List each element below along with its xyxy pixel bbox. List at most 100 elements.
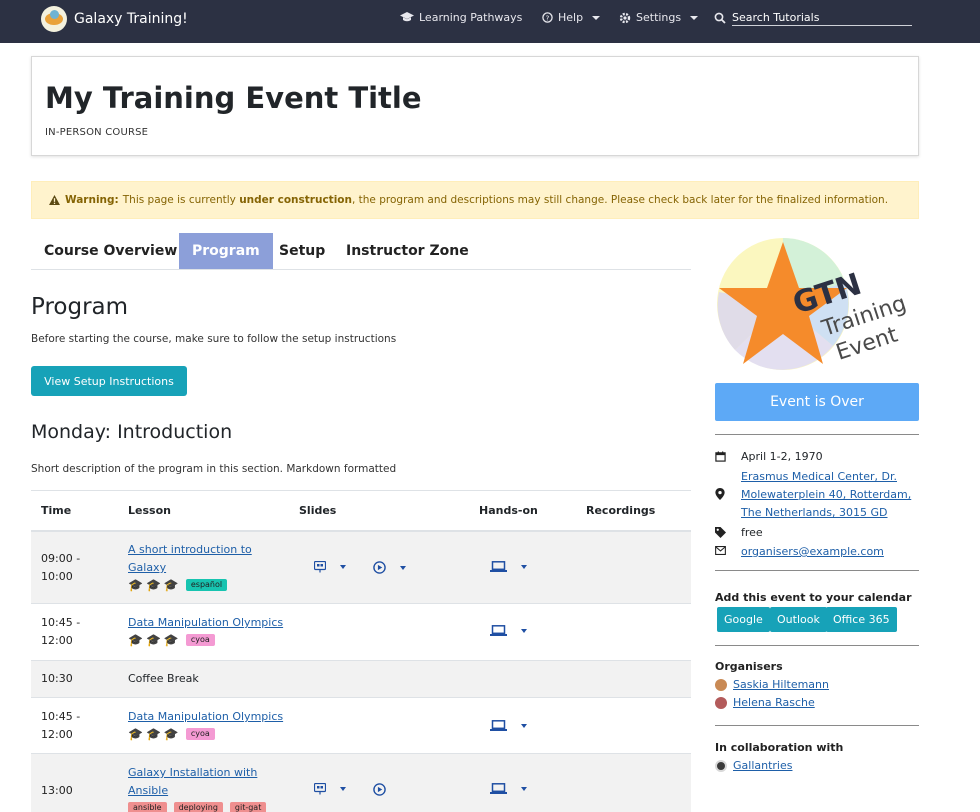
level-graduation-cap-icon: 🎓	[145, 633, 161, 647]
chevron-down-icon	[521, 564, 527, 569]
calendar-google-button[interactable]: Google	[717, 607, 770, 632]
lesson-tag[interactable]: español	[185, 579, 228, 591]
gear-icon	[619, 12, 631, 23]
warning-label: Warning:	[65, 194, 119, 206]
lesson-tag[interactable]: ansible	[128, 802, 167, 812]
warning-text-after: , the program and descriptions may still…	[351, 194, 889, 206]
program-table: Time Lesson Slides Hands-on Recordings 0…	[31, 490, 691, 812]
calendar-icon	[715, 451, 726, 462]
chevron-down-icon	[521, 786, 527, 791]
warning-triangle-icon	[49, 195, 60, 205]
level-graduation-cap-icon: 🎓	[145, 578, 161, 592]
tab-instructor-zone[interactable]: Instructor Zone	[333, 233, 482, 269]
chevron-down-icon	[690, 15, 699, 20]
lesson-meta: 🎓 🎓 🎓 cyoa	[128, 634, 288, 646]
gtn-event-logo: GTN Training Event	[715, 234, 919, 374]
hands-on-dropdown[interactable]	[490, 720, 527, 731]
row-lesson: Data Manipulation Olympics 🎓 🎓 🎓 cyoa	[128, 614, 288, 646]
sidebar-divider	[715, 434, 919, 435]
calendar-office365-button[interactable]: Office 365	[826, 607, 897, 632]
hands-on-dropdown[interactable]	[490, 783, 527, 794]
row-time: 13:00	[41, 782, 73, 800]
lesson-tag[interactable]: cyoa	[185, 634, 215, 646]
map-marker-icon	[715, 488, 725, 500]
video-button[interactable]	[373, 783, 386, 796]
gtn-logo-icon: GTN Training Event	[717, 238, 909, 370]
laptop-icon	[490, 783, 507, 794]
sidebar-divider	[715, 725, 919, 726]
event-location-link[interactable]: Erasmus Medical Center, Dr. Molewaterple…	[741, 468, 911, 522]
event-cost-row: free	[715, 524, 919, 542]
event-date-row: April 1-2, 1970	[715, 448, 919, 466]
organiser-item[interactable]: Saskia Hiltemann	[715, 678, 829, 691]
organiser-email-link[interactable]: organisers@example.com	[741, 543, 884, 561]
row-time: 10:45 - 12:00	[41, 614, 80, 650]
lesson-link[interactable]: Galaxy Installation with Ansible	[128, 766, 257, 797]
search-input[interactable]	[732, 9, 912, 26]
hands-on-dropdown[interactable]	[490, 625, 527, 636]
event-cost: free	[741, 526, 763, 539]
video-dropdown[interactable]	[373, 561, 406, 574]
lesson-tag[interactable]: cyoa	[185, 728, 215, 740]
lesson-meta: ansible deploying git-gat	[124, 802, 288, 812]
tab-program[interactable]: Program	[179, 233, 273, 269]
lesson-meta: 🎓 🎓 🎓 español	[128, 579, 288, 591]
brand-link[interactable]: Galaxy Training!	[41, 6, 188, 32]
collaborator-link[interactable]: Gallantries	[733, 759, 792, 772]
level-graduation-cap-icon: 🎓	[128, 727, 143, 741]
galaxy-logo-icon	[41, 6, 67, 32]
lesson-tag[interactable]: deploying	[173, 802, 223, 812]
lesson-link[interactable]: Data Manipulation Olympics	[128, 710, 283, 723]
tab-course-overview[interactable]: Course Overview	[31, 233, 190, 269]
collaborator-item[interactable]: Gallantries	[715, 759, 792, 772]
slides-icon	[314, 561, 326, 573]
nav-settings[interactable]: Settings	[619, 11, 699, 24]
lesson-tag[interactable]: git-gat	[229, 802, 267, 812]
brand-name: Galaxy Training!	[74, 11, 188, 27]
nav-help[interactable]: ? Help	[542, 11, 601, 24]
row-time: 10:45 - 12:00	[41, 708, 80, 744]
program-heading: Program	[31, 294, 129, 320]
slides-dropdown[interactable]	[314, 561, 346, 573]
tab-setup[interactable]: Setup	[266, 233, 338, 269]
time-end: 12:00	[41, 634, 73, 647]
organiser-link[interactable]: Helena Rasche	[733, 696, 815, 709]
organiser-link[interactable]: Saskia Hiltemann	[733, 678, 829, 691]
row-time: 09:00 - 10:00	[41, 550, 80, 586]
event-date: April 1-2, 1970	[741, 450, 823, 463]
event-status-button[interactable]: Event is Over	[715, 383, 919, 421]
view-setup-instructions-button[interactable]: View Setup Instructions	[31, 366, 187, 396]
chevron-down-icon	[592, 15, 601, 20]
organiser-item[interactable]: Helena Rasche	[715, 696, 815, 709]
construction-warning: Warning: This page is currently under co…	[31, 181, 919, 219]
lesson-link[interactable]: A short introduction to Galaxy	[128, 543, 252, 574]
nav-learning-pathways[interactable]: Learning Pathways	[400, 11, 522, 24]
course-type-label: IN-PERSON COURSE	[45, 127, 149, 138]
time-end: 10:00	[41, 570, 73, 583]
warning-text-bold: under construction	[239, 194, 352, 206]
hands-on-dropdown[interactable]	[490, 561, 527, 572]
level-graduation-cap-icon: 🎓	[128, 633, 143, 647]
chevron-down-icon	[340, 565, 346, 569]
col-recordings: Recordings	[586, 504, 656, 517]
avatar	[715, 678, 727, 691]
play-circle-icon	[373, 561, 386, 574]
sidebar-divider	[715, 645, 919, 646]
table-header: Time Lesson Slides Hands-on Recordings	[31, 491, 691, 532]
row-time: 10:30	[41, 670, 73, 688]
row-lesson: A short introduction to Galaxy 🎓 🎓 🎓 esp…	[128, 541, 288, 591]
col-hands-on: Hands-on	[479, 504, 538, 517]
slides-icon	[314, 783, 326, 795]
laptop-icon	[490, 720, 507, 731]
nav-learning-pathways-label: Learning Pathways	[419, 11, 523, 24]
lesson-link[interactable]: Data Manipulation Olympics	[128, 616, 283, 629]
slides-dropdown[interactable]	[314, 783, 346, 795]
svg-text:?: ?	[546, 13, 550, 22]
event-location-row: Erasmus Medical Center, Dr. Molewaterple…	[715, 468, 919, 522]
break-label: Coffee Break	[128, 672, 199, 685]
chevron-down-icon	[521, 628, 527, 633]
nav-search	[714, 9, 912, 26]
page-title: My Training Event Title	[45, 81, 422, 115]
calendar-outlook-button[interactable]: Outlook	[770, 607, 827, 632]
table-row: 13:00 Galaxy Installation with Ansible a…	[31, 754, 691, 812]
